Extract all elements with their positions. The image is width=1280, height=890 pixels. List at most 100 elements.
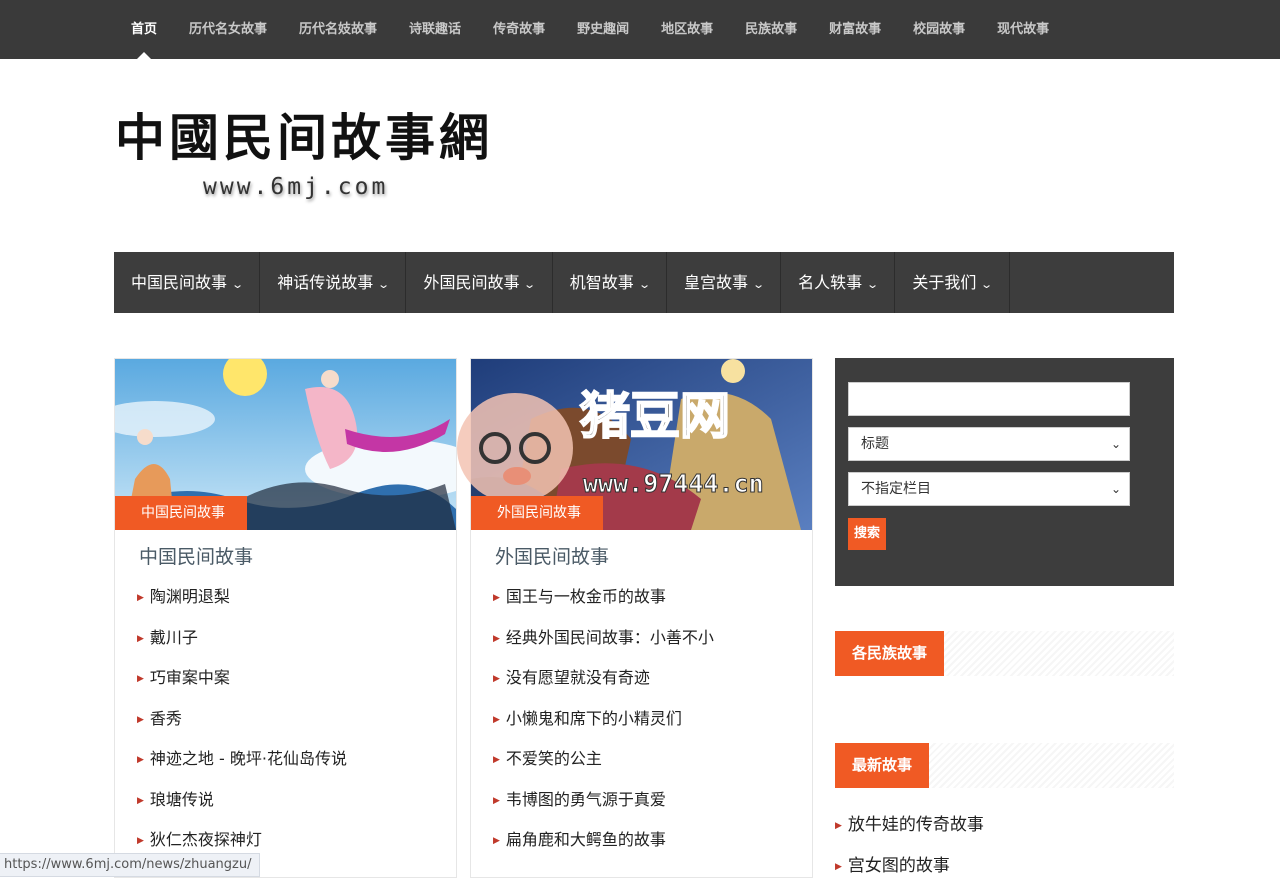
- category-card-china: 中国民间故事 中国民间故事 ▶ 陶渊明退梨 ▶ 戴川子 ▶ 巧审案中案 ▶ 香秀 ▶ 神迹之地 -…: [114, 358, 457, 878]
- story-link[interactable]: ▶ 琅塘传说: [137, 789, 456, 830]
- story-link[interactable]: ▶ 不爱笑的公主: [493, 748, 812, 789]
- top-nav-item[interactable]: 现代故事: [981, 0, 1065, 59]
- card-title-foreign[interactable]: 外国民间故事: [495, 542, 812, 572]
- chevron-down-icon: ⌄: [1110, 437, 1121, 451]
- category-tag-china[interactable]: 中国民间故事: [115, 496, 247, 530]
- story-title: 不爱笑的公主: [505, 749, 602, 768]
- logo-title: 中國民间故事網: [115, 108, 493, 167]
- chevron-down-icon: ⌄: [523, 278, 537, 291]
- top-nav-item[interactable]: 地区故事: [645, 0, 729, 59]
- top-nav-item[interactable]: 诗联趣话: [393, 0, 477, 59]
- chevron-down-icon: ⌄: [1110, 482, 1121, 496]
- search-column-select[interactable]: 不指定栏目 ⌄: [848, 472, 1130, 506]
- card-image-foreign[interactable]: 外国民间故事: [471, 359, 812, 530]
- latest-story-link[interactable]: ▶ 宫女图的故事: [835, 846, 984, 887]
- story-link[interactable]: ▶ 扁角鹿和大鳄鱼的故事: [493, 829, 812, 870]
- top-nav-item[interactable]: 校园故事: [897, 0, 981, 59]
- story-link[interactable]: ▶ 香秀: [137, 708, 456, 749]
- main-nav-item[interactable]: 中国民间故事 ⌄: [114, 252, 261, 313]
- story-title: 戴川子: [149, 627, 198, 647]
- story-link[interactable]: ▶ 陶渊明退梨: [137, 586, 456, 627]
- top-nav-bar: 首页 历代名女故事 历代名妓故事 诗联趣话 传奇故事 野史趣闻 地区故事 民族故事 财富故事 校园…: [0, 0, 1280, 59]
- main-nav-label: 神话传说故事: [277, 273, 374, 292]
- search-column-value: 不指定栏目: [861, 481, 931, 497]
- story-title: 神迹之地 - 晚坪·花仙岛传说: [149, 749, 347, 768]
- main-nav-item[interactable]: 外国民间故事 ⌄: [406, 252, 553, 313]
- main-nav-label: 中国民间故事: [131, 273, 228, 292]
- latest-story-title: 宫女图的故事: [847, 856, 950, 876]
- story-title: 琅塘传说: [149, 789, 214, 809]
- logo-url: www.6mj.com: [203, 174, 389, 200]
- chevron-down-icon: ⌄: [752, 278, 766, 291]
- story-link[interactable]: ▶ 国王与一枚金币的故事: [493, 586, 812, 627]
- arrow-right-icon: ▶: [493, 674, 500, 684]
- category-card-foreign: 外国民间故事 外国民间故事 ▶ 国王与一枚金币的故事 ▶ 经典外国民间故事：小善不小 ▶…: [470, 358, 813, 878]
- arrow-right-icon: ▶: [835, 862, 842, 872]
- latest-story-title: 放牛娃的传奇故事: [847, 815, 984, 835]
- main-nav: 中国民间故事 ⌄ 神话传说故事 ⌄ 外国民间故事 ⌄ 机智故事 ⌄ 皇宫故事 ⌄ 名人轶事 ⌄ 关于我们…: [114, 252, 1174, 313]
- arrow-right-icon: ▶: [493, 795, 500, 806]
- search-field-value: 标题: [861, 436, 889, 452]
- top-nav-item[interactable]: 历代名女故事: [173, 0, 283, 59]
- top-nav-item[interactable]: 财富故事: [813, 0, 897, 59]
- top-nav-item[interactable]: 野史趣闻: [561, 0, 645, 59]
- arrow-right-icon: ▶: [493, 755, 500, 765]
- story-title: 陶渊明退梨: [149, 587, 230, 606]
- arrow-right-icon: ▶: [137, 836, 144, 846]
- story-link[interactable]: ▶ 经典外国民间故事：小善不小: [493, 627, 812, 668]
- main-nav-item[interactable]: 关于我们 ⌄: [895, 252, 1010, 313]
- category-tag-foreign[interactable]: 外国民间故事: [471, 496, 603, 530]
- main-nav-item[interactable]: 机智故事 ⌄: [553, 252, 667, 313]
- story-link[interactable]: ▶ 没有愿望就没有奇迹: [493, 667, 812, 708]
- arrow-right-icon: ▶: [835, 821, 842, 831]
- card-image-china[interactable]: 中国民间故事: [115, 359, 456, 530]
- story-link[interactable]: ▶ 神迹之地 - 晚坪·花仙岛传说: [137, 748, 456, 789]
- main-nav-label: 皇宫故事: [683, 273, 748, 292]
- widget-title-ethnic-label[interactable]: 各民族故事: [835, 631, 945, 676]
- main-nav-item[interactable]: 名人轶事 ⌄: [781, 252, 896, 313]
- story-title: 没有愿望就没有奇迹: [505, 668, 650, 687]
- widget-title-latest: 最新故事: [835, 743, 1174, 788]
- main-nav-label: 外国民间故事: [423, 273, 520, 292]
- search-widget: 标题 ⌄ 不指定栏目 ⌄ 搜索: [835, 358, 1174, 586]
- top-nav-item[interactable]: 历代名妓故事: [283, 0, 393, 59]
- arrow-right-icon: ▶: [137, 795, 144, 806]
- site-logo[interactable]: 中國民间故事網 www.6mj.com: [115, 108, 515, 208]
- story-link[interactable]: ▶ 韦博图的勇气源于真爱: [493, 789, 812, 830]
- arrow-right-icon: ▶: [493, 714, 500, 725]
- story-title: 狄仁杰夜探神灯: [149, 830, 262, 849]
- status-bar-url: https://www.6mj.com/news/zhuangzu/: [0, 853, 261, 877]
- story-link[interactable]: ▶ 戴川子: [137, 627, 456, 668]
- search-field-select[interactable]: 标题 ⌄: [848, 427, 1130, 461]
- chevron-down-icon: ⌄: [637, 278, 651, 291]
- chevron-down-icon: ⌄: [377, 278, 391, 291]
- latest-story-link[interactable]: ▶ 放牛娃的传奇故事: [835, 805, 984, 846]
- arrow-right-icon: ▶: [137, 674, 144, 684]
- main-nav-label: 机智故事: [569, 273, 634, 292]
- chevron-down-icon: ⌄: [980, 278, 994, 291]
- chevron-down-icon: ⌄: [866, 278, 880, 291]
- top-nav-item[interactable]: 首页: [115, 0, 173, 59]
- main-nav-item[interactable]: 皇宫故事 ⌄: [667, 252, 782, 313]
- story-title: 巧审案中案: [149, 668, 230, 687]
- arrow-right-icon: ▶: [137, 714, 144, 725]
- search-input[interactable]: [848, 382, 1130, 416]
- arrow-right-icon: ▶: [137, 755, 144, 765]
- top-nav-item[interactable]: 民族故事: [729, 0, 813, 59]
- story-link[interactable]: ▶ 小懒鬼和席下的小精灵们: [493, 708, 812, 749]
- chevron-down-icon: ⌄: [231, 278, 245, 291]
- story-link[interactable]: ▶ 巧审案中案: [137, 667, 456, 708]
- story-title: 韦博图的勇气源于真爱: [505, 789, 666, 809]
- main-nav-item[interactable]: 神话传说故事 ⌄: [260, 252, 407, 313]
- arrow-right-icon: ▶: [137, 633, 144, 644]
- card-title-china[interactable]: 中国民间故事: [139, 542, 456, 572]
- arrow-right-icon: ▶: [493, 836, 500, 846]
- widget-title-latest-label[interactable]: 最新故事: [835, 743, 930, 788]
- arrow-right-icon: ▶: [493, 593, 500, 603]
- story-title: 经典外国民间故事：小善不小: [505, 627, 714, 647]
- story-title: 小懒鬼和席下的小精灵们: [505, 708, 682, 728]
- arrow-right-icon: ▶: [137, 593, 144, 603]
- search-button[interactable]: 搜索: [848, 518, 886, 550]
- top-nav-item[interactable]: 传奇故事: [477, 0, 561, 59]
- main-nav-label: 名人轶事: [798, 273, 863, 292]
